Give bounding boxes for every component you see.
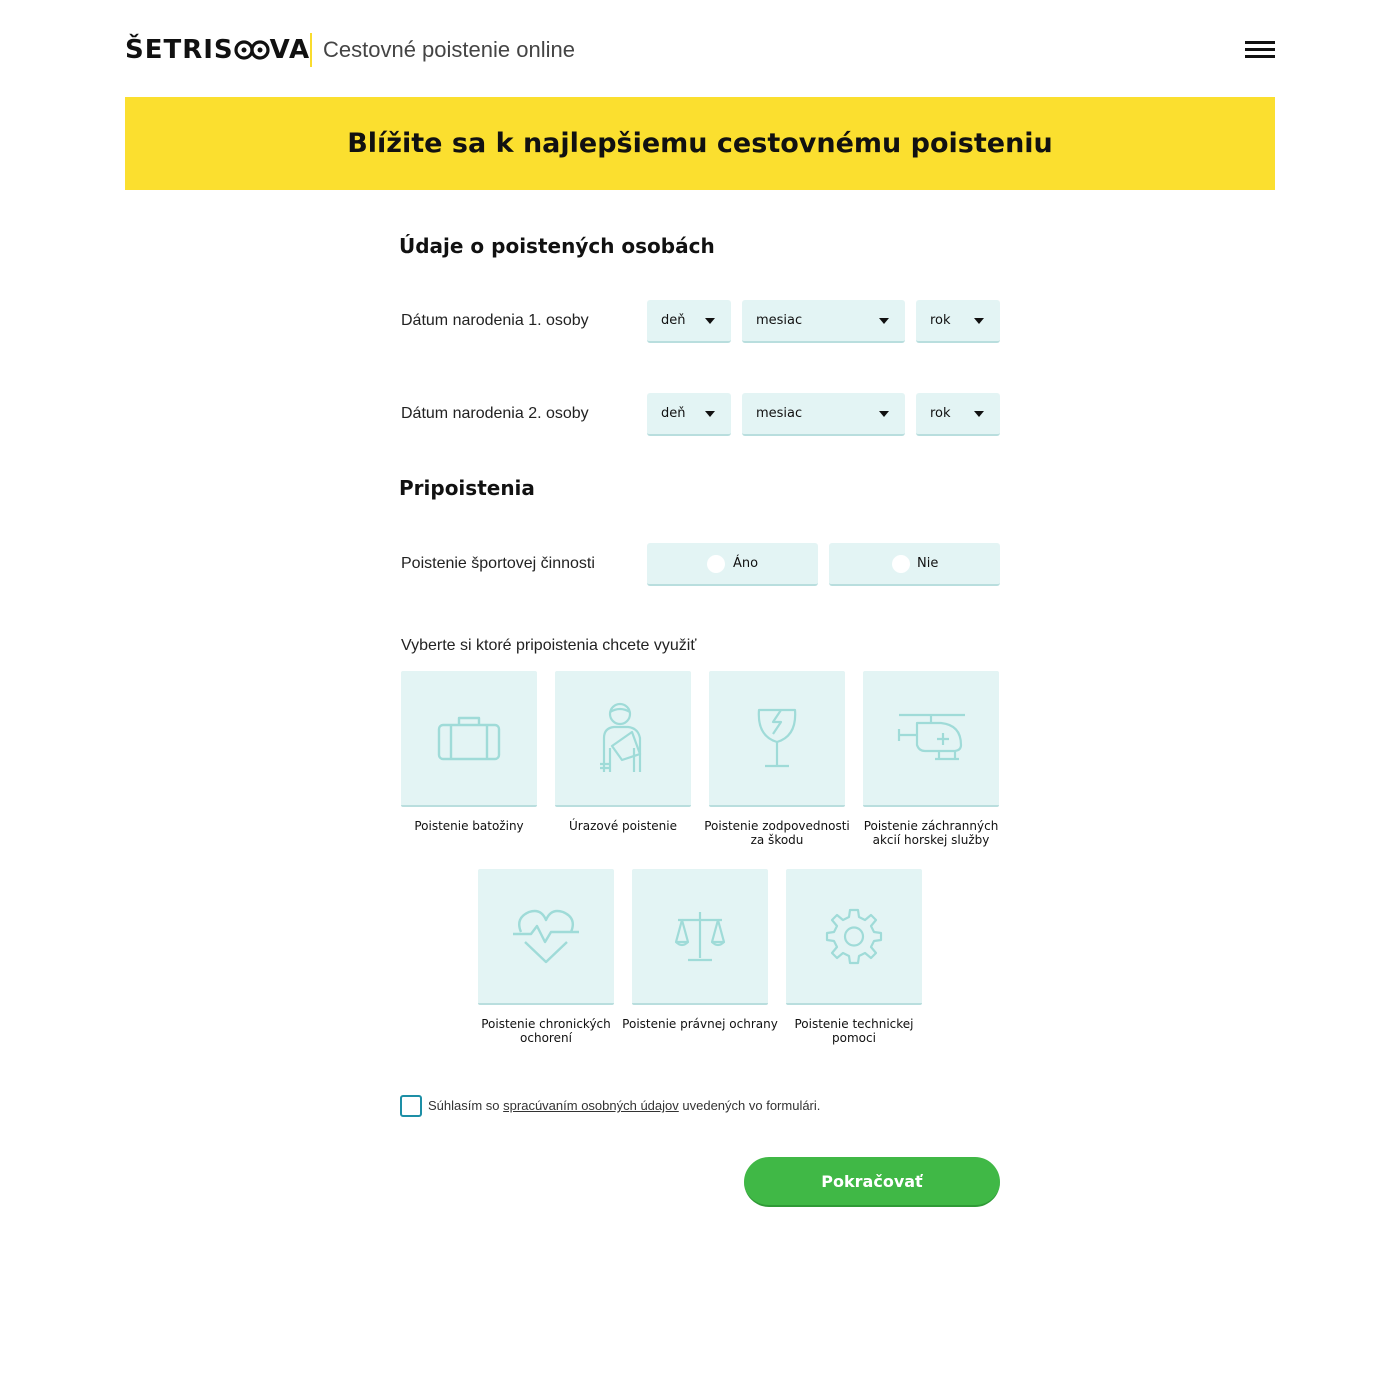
site-header: ŠETRIS VA Cestovné poistenie online xyxy=(125,28,1275,72)
select-value: mesiac xyxy=(756,313,803,328)
addon-card-injury[interactable]: Úrazové poistenie xyxy=(555,671,691,833)
addon-card-mountain-rescue[interactable]: Poistenie záchranných akcií horskej služ… xyxy=(863,671,999,847)
addon-card-label: Poistenie záchranných akcií horskej služ… xyxy=(863,819,999,847)
birthdate-2-label: Dátum narodenia 2. osoby xyxy=(401,405,589,422)
addon-card-legal[interactable]: Poistenie právnej ochrany xyxy=(622,869,778,1031)
logo-text-left: ŠETRIS xyxy=(125,35,234,65)
persons-section-title: Údaje o poistených osobách xyxy=(399,234,715,258)
addon-card-label: Poistenie zodpovednosti za škodu xyxy=(704,819,850,847)
birthdate-1-day-select[interactable]: deň xyxy=(647,300,731,343)
consent-checkbox[interactable] xyxy=(400,1095,422,1117)
birthdate-1-year-select[interactable]: rok xyxy=(916,300,1000,343)
radio-label: Áno xyxy=(733,556,759,571)
sport-insurance-label: Poistenie športovej činnosti xyxy=(401,555,595,572)
chevron-down-icon xyxy=(879,318,889,324)
menu-line xyxy=(1245,41,1275,44)
select-value: rok xyxy=(930,406,951,421)
birthdate-2-day-select[interactable]: deň xyxy=(647,393,731,436)
addon-tile xyxy=(863,671,999,807)
sport-no-radio[interactable]: Nie xyxy=(829,543,1000,586)
radio-circle-icon xyxy=(892,555,910,573)
banner-title: Blížite sa k najlepšiemu cestovnému pois… xyxy=(347,128,1053,159)
scales-icon xyxy=(674,912,726,962)
header-tagline: Cestovné poistenie online xyxy=(323,37,575,62)
chevron-down-icon xyxy=(705,411,715,417)
broken-glass-icon xyxy=(757,708,797,768)
hero-banner: Blížite sa k najlepšiemu cestovnému pois… xyxy=(125,97,1275,190)
addon-card-luggage[interactable]: Poistenie batožiny xyxy=(401,671,537,833)
heartbeat-icon xyxy=(513,909,579,964)
injured-person-icon xyxy=(600,702,642,772)
rescue-helicopter-icon xyxy=(897,713,965,761)
addon-card-chronic[interactable]: Poistenie chronických ochorení xyxy=(478,869,614,1045)
addon-card-label: Poistenie batožiny xyxy=(414,819,524,833)
logo[interactable]: ŠETRIS VA xyxy=(125,32,310,68)
chevron-down-icon xyxy=(705,318,715,324)
consent-row: Súhlasím so spracúvaním osobných údajov … xyxy=(400,1095,1000,1117)
consent-text-before: Súhlasím so xyxy=(428,1098,504,1113)
birthdate-1-month-select[interactable]: mesiac xyxy=(742,300,905,343)
gear-icon xyxy=(825,908,883,965)
consent-text: Súhlasím so spracúvaním osobných údajov … xyxy=(428,1098,820,1113)
addons-choose-label: Vyberte si ktoré pripoistenia chcete vyu… xyxy=(401,637,697,654)
birthdate-2-month-select[interactable]: mesiac xyxy=(742,393,905,436)
addon-tile xyxy=(632,869,768,1005)
suitcase-icon xyxy=(437,716,501,761)
select-value: rok xyxy=(930,313,951,328)
radio-label: Nie xyxy=(917,556,939,571)
select-value: deň xyxy=(661,406,686,421)
radio-circle-icon xyxy=(707,555,725,573)
addon-card-label: Poistenie technickej pomoci xyxy=(794,1017,914,1045)
addon-card-technical[interactable]: Poistenie technickej pomoci xyxy=(786,869,922,1045)
logo-text-right: VA xyxy=(269,35,311,65)
addon-tile xyxy=(555,671,691,807)
chevron-down-icon xyxy=(974,318,984,324)
addon-tile xyxy=(709,671,845,807)
addon-tile xyxy=(786,869,922,1005)
select-value: deň xyxy=(661,313,686,328)
birthdate-1-label: Dátum narodenia 1. osoby xyxy=(401,312,589,329)
menu-line xyxy=(1245,55,1275,58)
select-value: mesiac xyxy=(756,406,803,421)
chevron-down-icon xyxy=(879,411,889,417)
owl-eyes-icon xyxy=(234,40,270,60)
birthdate-2-year-select[interactable]: rok xyxy=(916,393,1000,436)
addons-section-title: Pripoistenia xyxy=(399,476,535,500)
sport-yes-radio[interactable]: Áno xyxy=(647,543,818,586)
addon-card-label: Poistenie právnej ochrany xyxy=(622,1017,778,1031)
menu-line xyxy=(1245,48,1275,51)
logo-divider xyxy=(310,33,312,67)
hamburger-menu-icon[interactable] xyxy=(1245,41,1275,61)
addon-card-label: Úrazové poistenie xyxy=(569,819,677,833)
addon-tile xyxy=(401,671,537,807)
addon-card-label: Poistenie chronických ochorení xyxy=(481,1017,611,1045)
consent-text-after: uvedených vo formulári. xyxy=(678,1098,821,1113)
addon-card-liability[interactable]: Poistenie zodpovednosti za škodu xyxy=(704,671,850,847)
addon-tile xyxy=(478,869,614,1005)
privacy-link[interactable]: spracúvaním osobných údajov xyxy=(503,1098,679,1113)
continue-button[interactable]: Pokračovať xyxy=(744,1157,1000,1207)
chevron-down-icon xyxy=(974,411,984,417)
